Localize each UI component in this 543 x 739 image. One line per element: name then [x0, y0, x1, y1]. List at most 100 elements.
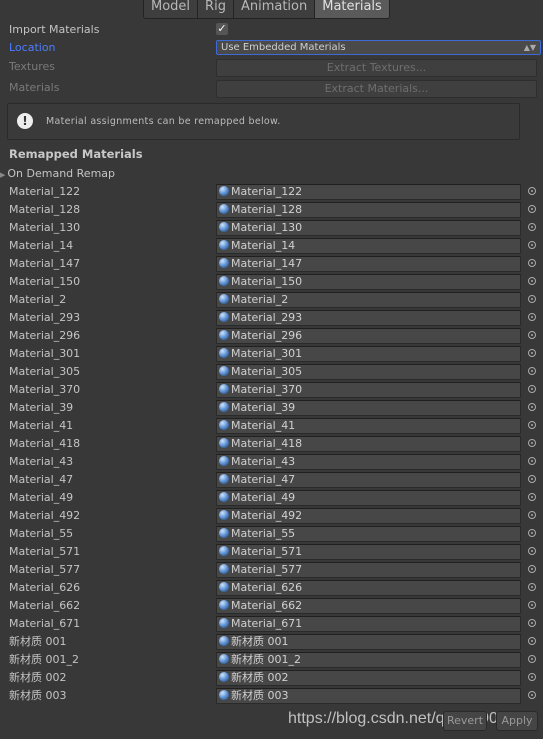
object-picker-icon[interactable] [528, 241, 536, 249]
object-picker-icon[interactable] [528, 529, 536, 537]
object-picker-icon[interactable] [528, 691, 536, 699]
apply-button[interactable]: Apply [496, 711, 538, 731]
material-object-field[interactable]: 新材质 001 [216, 634, 521, 650]
object-picker-icon[interactable] [528, 205, 536, 213]
material-sphere-icon [219, 384, 229, 394]
location-dropdown[interactable]: Use Embedded Materials ▲▼ [216, 40, 541, 55]
object-picker-icon[interactable] [528, 655, 536, 663]
remap-row: Material_41 Material_41 [0, 418, 543, 436]
material-object-field[interactable]: Material_128 [216, 202, 521, 218]
material-object-field[interactable]: 新材质 001_2 [216, 652, 521, 668]
import-materials-checkbox[interactable]: ✓ [216, 23, 228, 35]
material-value: Material_492 [231, 509, 303, 522]
object-picker-icon[interactable] [528, 511, 536, 519]
material-value: Material_147 [231, 257, 303, 270]
material-object-field[interactable]: Material_296 [216, 328, 521, 344]
material-value: Material_296 [231, 329, 303, 342]
material-object-field[interactable]: Material_150 [216, 274, 521, 290]
material-object-field[interactable]: Material_293 [216, 310, 521, 326]
material-name: Material_39 [9, 401, 74, 414]
material-object-field[interactable]: 新材质 003 [216, 688, 521, 704]
remap-row: 新材质 002 新材质 002 [0, 670, 543, 688]
material-object-field[interactable]: Material_671 [216, 616, 521, 632]
object-picker-icon[interactable] [528, 367, 536, 375]
material-name: Material_122 [9, 185, 81, 198]
material-value: Material_130 [231, 221, 303, 234]
material-object-field[interactable]: Material_2 [216, 292, 521, 308]
material-sphere-icon [219, 366, 229, 376]
material-object-field[interactable]: Material_43 [216, 454, 521, 470]
material-sphere-icon [219, 600, 229, 610]
material-name: Material_43 [9, 455, 74, 468]
object-picker-icon[interactable] [528, 313, 536, 321]
remap-row: Material_662 Material_662 [0, 598, 543, 616]
material-object-field[interactable]: Material_49 [216, 490, 521, 506]
material-object-field[interactable]: Material_571 [216, 544, 521, 560]
object-picker-icon[interactable] [528, 259, 536, 267]
object-picker-icon[interactable] [528, 673, 536, 681]
object-picker-icon[interactable] [528, 493, 536, 501]
object-picker-icon[interactable] [528, 277, 536, 285]
object-picker-icon[interactable] [528, 421, 536, 429]
object-picker-icon[interactable] [528, 637, 536, 645]
material-value: Material_370 [231, 383, 303, 396]
object-picker-icon[interactable] [528, 475, 536, 483]
material-name: Material_128 [9, 203, 81, 216]
object-picker-icon[interactable] [528, 583, 536, 591]
tab-model[interactable]: Model [144, 0, 199, 18]
material-object-field[interactable]: Material_130 [216, 220, 521, 236]
material-name: Material_671 [9, 617, 81, 630]
remap-row: 新材质 003 新材质 003 [0, 688, 543, 706]
on-demand-remap-label: On Demand Remap [7, 167, 116, 180]
object-picker-icon[interactable] [528, 439, 536, 447]
object-picker-icon[interactable] [528, 565, 536, 573]
material-object-field[interactable]: 新材质 002 [216, 670, 521, 686]
material-name: Material_492 [9, 509, 81, 522]
material-sphere-icon [219, 294, 229, 304]
object-picker-icon[interactable] [528, 619, 536, 627]
material-object-field[interactable]: Material_47 [216, 472, 521, 488]
object-picker-icon[interactable] [528, 295, 536, 303]
material-object-field[interactable]: Material_301 [216, 346, 521, 362]
material-sphere-icon [219, 222, 229, 232]
updown-arrow-icon: ▲▼ [523, 43, 536, 52]
object-picker-icon[interactable] [528, 331, 536, 339]
material-object-field[interactable]: Material_662 [216, 598, 521, 614]
material-object-field[interactable]: Material_577 [216, 562, 521, 578]
extract-textures-button[interactable]: Extract Textures... [216, 59, 537, 77]
object-picker-icon[interactable] [528, 457, 536, 465]
materials-label: Materials [9, 81, 60, 94]
object-picker-icon[interactable] [528, 403, 536, 411]
material-sphere-icon [219, 258, 229, 268]
on-demand-remap-foldout[interactable]: ▶ On Demand Remap [0, 167, 115, 182]
material-name: Material_2 [9, 293, 67, 306]
object-picker-icon[interactable] [528, 349, 536, 357]
material-name: Material_41 [9, 419, 74, 432]
material-sphere-icon [219, 618, 229, 628]
object-picker-icon[interactable] [528, 547, 536, 555]
revert-button[interactable]: Revert [443, 711, 487, 731]
tab-animation[interactable]: Animation [233, 0, 316, 18]
material-object-field[interactable]: Material_39 [216, 400, 521, 416]
extract-materials-button[interactable]: Extract Materials... [216, 80, 537, 98]
object-picker-icon[interactable] [528, 601, 536, 609]
material-object-field[interactable]: Material_418 [216, 436, 521, 452]
object-picker-icon[interactable] [528, 187, 536, 195]
material-object-field[interactable]: Material_147 [216, 256, 521, 272]
material-object-field[interactable]: Material_626 [216, 580, 521, 596]
material-name: 新材质 003 [9, 689, 67, 702]
material-object-field[interactable]: Material_122 [216, 184, 521, 200]
object-picker-icon[interactable] [528, 223, 536, 231]
material-name: Material_47 [9, 473, 74, 486]
material-object-field[interactable]: Material_305 [216, 364, 521, 380]
material-object-field[interactable]: Material_492 [216, 508, 521, 524]
material-object-field[interactable]: Material_370 [216, 382, 521, 398]
material-object-field[interactable]: Material_55 [216, 526, 521, 542]
material-object-field[interactable]: Material_41 [216, 418, 521, 434]
tab-rig[interactable]: Rig [198, 0, 234, 18]
material-name: Material_14 [9, 239, 74, 252]
material-object-field[interactable]: Material_14 [216, 238, 521, 254]
tab-materials[interactable]: Materials [315, 0, 389, 18]
object-picker-icon[interactable] [528, 385, 536, 393]
material-sphere-icon [219, 582, 229, 592]
